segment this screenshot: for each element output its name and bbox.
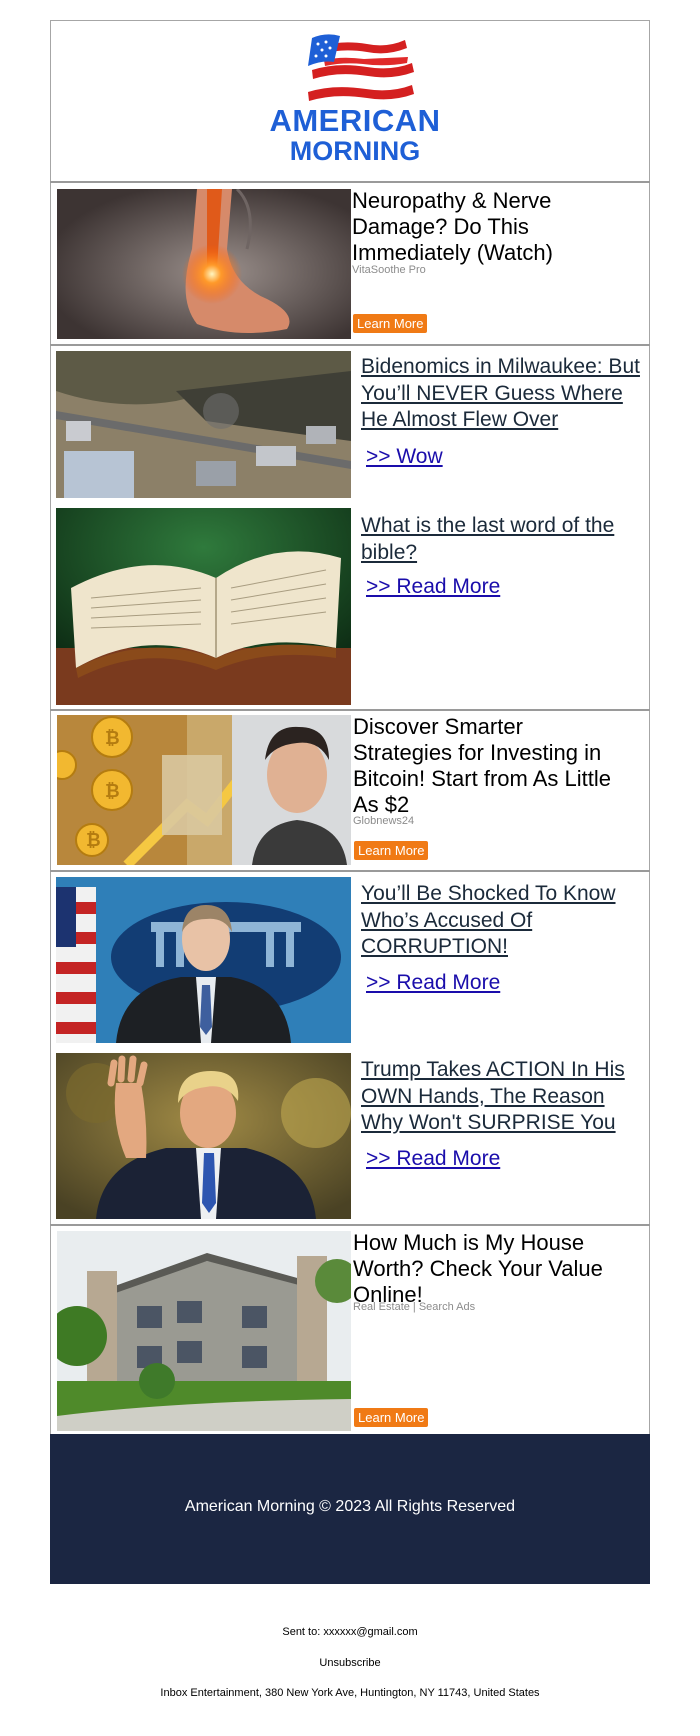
story3-title-link[interactable]: You’ll Be Shocked To Know Who’s Accused …: [361, 881, 643, 961]
flag-icon: [308, 34, 414, 101]
svg-text:₿: ₿: [105, 728, 120, 749]
ad2-image[interactable]: ₿ ₿ ₿: [57, 715, 351, 865]
ad2-source: Globnews24: [353, 815, 415, 827]
story2-title-link[interactable]: What is the last word of the bible?: [361, 513, 643, 566]
divider: [50, 709, 650, 711]
logo[interactable]: AMERICAN MORNING: [260, 30, 450, 170]
story1-title-link[interactable]: Bidenomics in Milwaukee: But You’ll NEVE…: [361, 354, 643, 434]
svg-text:₿: ₿: [86, 830, 101, 851]
ad2-learn-more-button[interactable]: Learn More: [354, 841, 429, 860]
story4-title-link[interactable]: Trump Takes ACTION In His OWN Hands, The…: [361, 1057, 643, 1137]
ad3-image[interactable]: [57, 1231, 351, 1431]
story4-image[interactable]: [56, 1053, 351, 1219]
story3-cta-link[interactable]: >> Read More: [366, 971, 500, 995]
ad1-title[interactable]: Neuropathy & Nerve Damage? Do This Immed…: [352, 188, 592, 266]
logo-line1: AMERICAN: [269, 103, 441, 138]
story1-cta-link[interactable]: >> Wow: [366, 445, 443, 469]
story4-cta-link[interactable]: >> Read More: [366, 1147, 500, 1171]
divider: [50, 344, 650, 346]
ad3-learn-more-button[interactable]: Learn More: [354, 1408, 429, 1427]
ad1-source: VitaSoothe Pro: [352, 264, 426, 276]
ad1-image[interactable]: [57, 189, 351, 339]
ad1-learn-more-button[interactable]: Learn More: [353, 314, 428, 333]
ad2-title[interactable]: Discover Smarter Strategies for Investin…: [353, 714, 625, 818]
logo-line2: MORNING: [289, 136, 421, 166]
unsubscribe-link[interactable]: Unsubscribe: [0, 1657, 700, 1669]
ad3-source: Real Estate | Search Ads: [353, 1301, 476, 1313]
address-text: Inbox Entertainment, 380 New York Ave, H…: [160, 1687, 540, 1699]
svg-text:₿: ₿: [105, 781, 120, 802]
ad3-title[interactable]: How Much is My House Worth? Check Your V…: [353, 1230, 613, 1308]
sent-to-text: Sent to: xxxxxx@gmail.com: [282, 1626, 418, 1638]
divider: [50, 1224, 650, 1226]
copyright-text: American Morning © 2023 All Rights Reser…: [184, 1498, 516, 1515]
footer: American Morning © 2023 All Rights Reser…: [50, 1434, 650, 1584]
story3-image[interactable]: [56, 877, 351, 1043]
story2-image[interactable]: [56, 508, 351, 705]
divider: [50, 181, 650, 183]
divider: [50, 870, 650, 872]
story2-cta-link[interactable]: >> Read More: [366, 575, 500, 599]
story1-image[interactable]: [56, 351, 351, 498]
